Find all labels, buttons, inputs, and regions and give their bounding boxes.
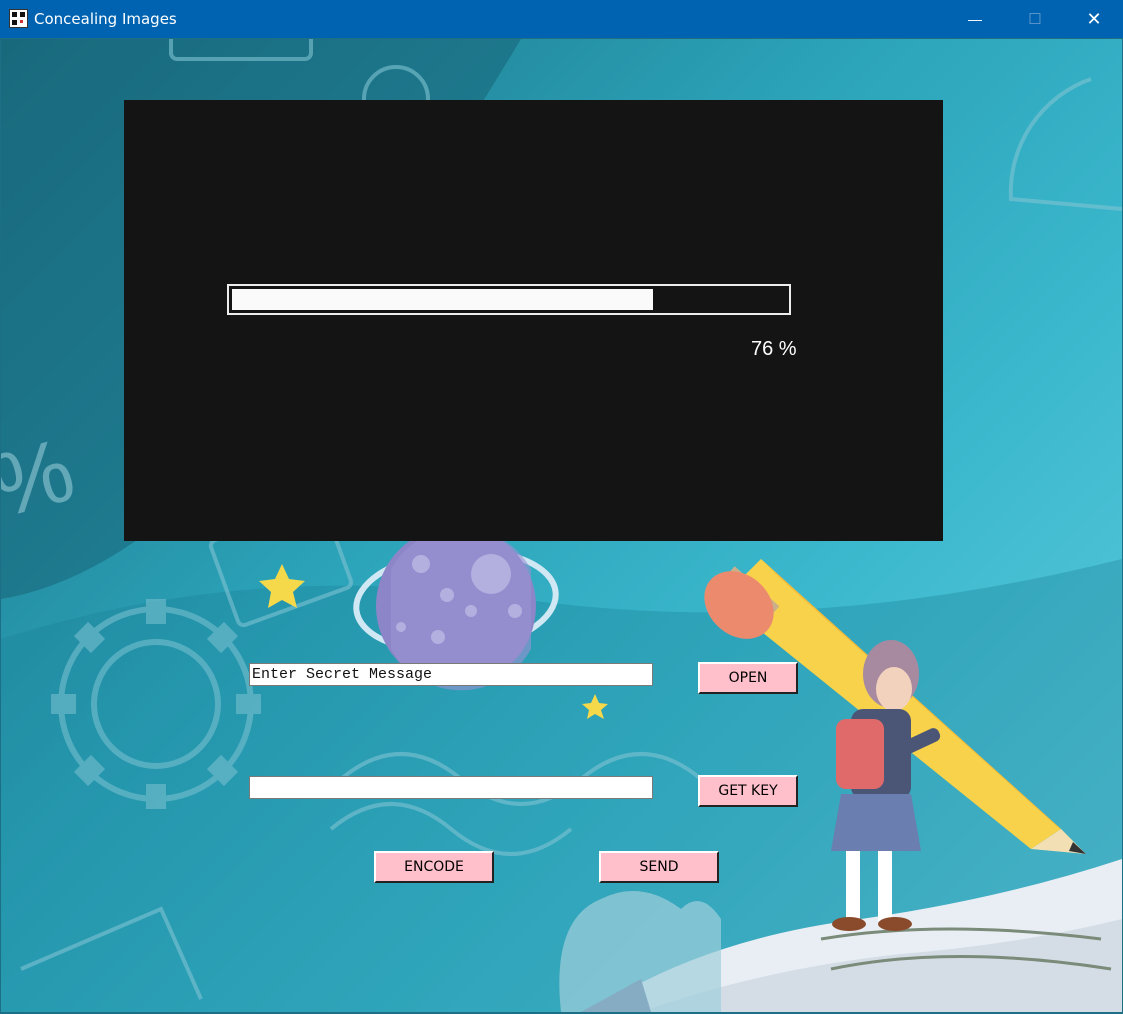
window-title: Concealing Images [34, 10, 177, 28]
app-window: Concealing Images — ☐ ✕ % 76 % Enter Sec… [0, 0, 1123, 1014]
key-input[interactable] [249, 776, 653, 799]
get-key-button[interactable]: GET KEY [698, 775, 798, 807]
maximize-icon: ☐ [1028, 10, 1042, 28]
progress-bar [227, 284, 791, 315]
close-icon: ✕ [1086, 9, 1102, 29]
image-display-panel: 76 % [124, 100, 943, 541]
title-bar[interactable]: Concealing Images — ☐ ✕ [0, 0, 1123, 38]
progress-fill [232, 289, 653, 310]
maximize-button[interactable]: ☐ [1006, 0, 1064, 38]
progress-percent-label: 76 % [751, 338, 797, 360]
send-button[interactable]: SEND [599, 851, 719, 883]
encode-button[interactable]: ENCODE [374, 851, 494, 883]
app-icon [9, 9, 28, 28]
secret-message-input[interactable] [249, 663, 653, 686]
open-button[interactable]: OPEN [698, 662, 798, 694]
minimize-button[interactable]: — [946, 0, 1004, 38]
canvas-area: % 76 % Enter Secret Message OPEN GET KEY… [1, 39, 1122, 1012]
close-button[interactable]: ✕ [1065, 0, 1123, 38]
minimize-icon: — [968, 11, 982, 27]
